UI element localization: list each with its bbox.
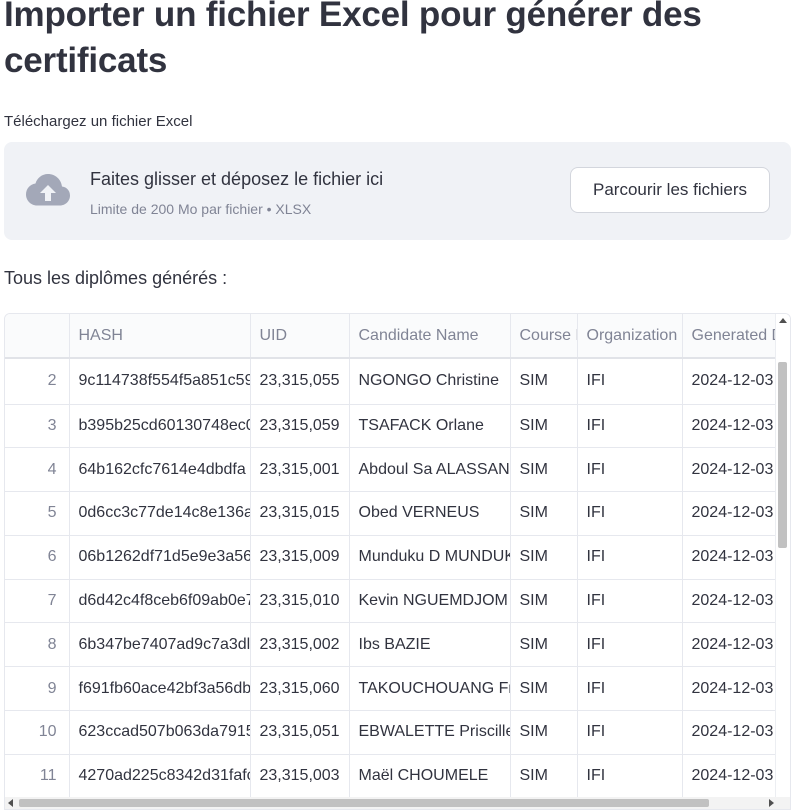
table-row[interactable]: 8 6b347be7407ad9c7a3dl 23,315,002 Ibs BAZI… (5, 622, 790, 668)
table-row[interactable]: 11 4270ad225c8342d31fafc 23,315,003 Maël CH… (5, 754, 790, 799)
row-index[interactable]: 10 (5, 710, 70, 755)
column-header-index[interactable] (5, 314, 70, 359)
uploader-label: Téléchargez un fichier Excel (4, 113, 193, 130)
column-header-hash[interactable]: HASH (69, 314, 251, 359)
table-row[interactable]: 7 d6d42c4f8ceb6f09ab0e7 23,315,010 Kevin NG… (5, 579, 790, 624)
cell-organization[interactable]: IFI (577, 710, 683, 755)
cell-candidate-name[interactable]: Kevin NGUEMDJOM (349, 579, 511, 624)
scroll-up-arrow-icon[interactable] (779, 318, 787, 323)
cell-hash[interactable]: f691fb60ace42bf3a56db (69, 666, 251, 712)
cell-candidate-name[interactable]: EBWALETTE Priscille (349, 710, 511, 755)
cell-course-name[interactable]: SIM (510, 710, 578, 755)
cell-course-name[interactable]: SIM (510, 535, 578, 580)
column-header-course-name[interactable]: Course Name (510, 314, 578, 359)
row-index[interactable]: 8 (5, 622, 70, 668)
column-header-organization[interactable]: Organization (577, 314, 683, 359)
row-index[interactable]: 5 (5, 491, 70, 536)
page: Importer un fichier Excel pour générer d… (0, 0, 796, 810)
row-index[interactable]: 4 (5, 447, 70, 493)
cell-organization[interactable]: IFI (577, 535, 683, 580)
dropzone-instructions: Faites glisser et déposez le fichier ici (90, 169, 384, 189)
cell-hash[interactable]: 64b162cfc7614e4dbdfa (69, 447, 251, 493)
browse-files-button[interactable]: Parcourir les fichiers (570, 167, 770, 213)
cell-uid[interactable]: 23,315,015 (250, 491, 350, 536)
cell-organization[interactable]: IFI (577, 404, 683, 449)
row-index[interactable]: 7 (5, 579, 70, 624)
cell-course-name[interactable]: SIM (510, 447, 578, 493)
scroll-left-arrow-icon[interactable] (8, 799, 13, 807)
horizontal-scroll-thumb[interactable] (19, 799, 709, 807)
cell-course-name[interactable]: SIM (510, 491, 578, 536)
page-title: Importer un fichier Excel pour générer d… (4, 0, 702, 80)
table-grid: HASH UID Candidate Name Course Name Orga… (5, 314, 790, 799)
cell-organization[interactable]: IFI (577, 622, 683, 668)
data-table[interactable]: HASH UID Candidate Name Course Name Orga… (4, 313, 791, 810)
cell-course-name[interactable]: SIM (510, 754, 578, 799)
cell-hash[interactable]: d6d42c4f8ceb6f09ab0e7 (69, 579, 251, 624)
cell-candidate-name[interactable]: Maël CHOUMELE (349, 754, 511, 799)
cell-hash[interactable]: b395b25cd60130748ec0 (69, 404, 251, 449)
cell-course-name[interactable]: SIM (510, 666, 578, 712)
cell-hash[interactable]: 6b347be7407ad9c7a3dl (69, 622, 251, 668)
row-index[interactable]: 6 (5, 535, 70, 580)
cell-course-name[interactable]: SIM (510, 622, 578, 668)
table-row[interactable]: 4 64b162cfc7614e4dbdfa 23,315,001 Abdoul Sa… (5, 447, 790, 493)
cell-uid[interactable]: 23,315,003 (250, 754, 350, 799)
cell-organization[interactable]: IFI (577, 491, 683, 536)
cell-uid[interactable]: 23,315,009 (250, 535, 350, 580)
vertical-scrollbar[interactable] (775, 314, 790, 798)
cell-uid[interactable]: 23,315,051 (250, 710, 350, 755)
cell-candidate-name[interactable]: NGONGO Christine (349, 358, 511, 405)
cell-uid[interactable]: 23,315,060 (250, 666, 350, 712)
column-header-uid[interactable]: UID (250, 314, 350, 359)
table-header-row: HASH UID Candidate Name Course Name Orga… (5, 314, 790, 359)
cell-hash[interactable]: 623ccad507b063da7915 (69, 710, 251, 755)
dropzone-limit: Limite de 200 Mo par fichier • XLSX (90, 201, 312, 217)
row-index[interactable]: 11 (5, 754, 70, 799)
table-row[interactable]: 5 0d6cc3c77de14c8e136a 23,315,015 Obed VERN… (5, 491, 790, 536)
cell-hash[interactable]: 9c114738f554f5a851c59 (69, 358, 251, 405)
cell-course-name[interactable]: SIM (510, 404, 578, 449)
section-label: Tous les diplômes générés : (4, 268, 228, 288)
horizontal-scrollbar[interactable] (5, 797, 790, 809)
cell-uid[interactable]: 23,315,001 (250, 447, 350, 493)
cell-course-name[interactable]: SIM (510, 358, 578, 405)
cell-uid[interactable]: 23,315,055 (250, 358, 350, 405)
cell-hash[interactable]: 0d6cc3c77de14c8e136a (69, 491, 251, 536)
cell-uid[interactable]: 23,315,059 (250, 404, 350, 449)
table-row[interactable]: 9 f691fb60ace42bf3a56db 23,315,060 TAKOUCHO… (5, 666, 790, 712)
cell-organization[interactable]: IFI (577, 358, 683, 405)
table-row[interactable]: 2 9c114738f554f5a851c59 23,315,055 NGONGO C… (5, 358, 790, 405)
row-index[interactable]: 2 (5, 358, 70, 405)
cell-candidate-name[interactable]: Munduku D MUNDUKU (349, 535, 511, 580)
row-index[interactable]: 9 (5, 666, 70, 712)
table-row[interactable]: 6 06b1262df71d5e9e3a56 23,315,009 Munduku … (5, 535, 790, 580)
cell-candidate-name[interactable]: Abdoul Sa ALASSANI (349, 447, 511, 493)
column-header-candidate-name[interactable]: Candidate Name (349, 314, 511, 359)
file-dropzone[interactable]: Faites glisser et déposez le fichier ici… (4, 142, 791, 240)
cell-hash[interactable]: 4270ad225c8342d31fafc (69, 754, 251, 799)
table-row[interactable]: 10 623ccad507b063da7915 23,315,051 EBWALETT… (5, 710, 790, 755)
cell-hash[interactable]: 06b1262df71d5e9e3a56 (69, 535, 251, 580)
cell-candidate-name[interactable]: Ibs BAZIE (349, 622, 511, 668)
vertical-scroll-thumb[interactable] (778, 362, 787, 548)
scroll-right-arrow-icon[interactable] (769, 799, 774, 807)
cell-candidate-name[interactable]: TSAFACK Orlane (349, 404, 511, 449)
cell-candidate-name[interactable]: TAKOUCHOUANG Fra (349, 666, 511, 712)
cloud-upload-icon (26, 174, 70, 206)
row-index[interactable]: 3 (5, 404, 70, 449)
cell-organization[interactable]: IFI (577, 447, 683, 493)
cell-candidate-name[interactable]: Obed VERNEUS (349, 491, 511, 536)
cell-organization[interactable]: IFI (577, 666, 683, 712)
cell-uid[interactable]: 23,315,002 (250, 622, 350, 668)
cell-organization[interactable]: IFI (577, 579, 683, 624)
cell-organization[interactable]: IFI (577, 754, 683, 799)
table-row[interactable]: 3 b395b25cd60130748ec0 23,315,059 TSAFACK O… (5, 404, 790, 449)
cell-uid[interactable]: 23,315,010 (250, 579, 350, 624)
cell-course-name[interactable]: SIM (510, 579, 578, 624)
